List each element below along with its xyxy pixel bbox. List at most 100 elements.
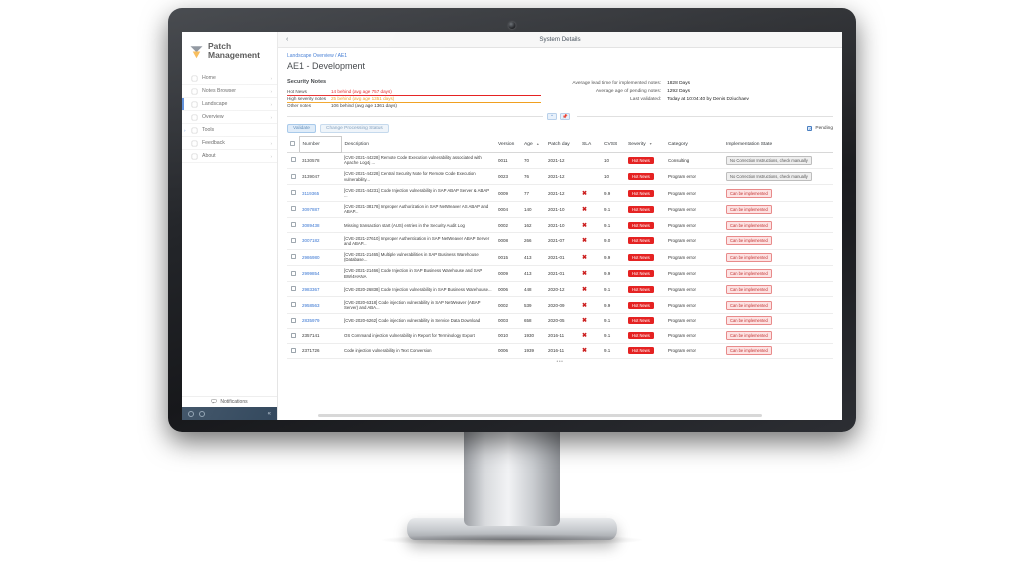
expand-icon[interactable]: ›: [184, 128, 186, 133]
table-row[interactable]: 3089438 Missing transaction start (AUS) e…: [287, 217, 833, 234]
table-row[interactable]: 2371726 Code injection vulnerability in T…: [287, 343, 833, 359]
security-note-row[interactable]: Hot News 14 behind (avg age 757 days): [287, 89, 549, 96]
cell-number[interactable]: 2357141: [299, 328, 341, 344]
cell-number[interactable]: 3139047: [299, 168, 341, 186]
table-row[interactable]: 2983367 [CVE-2020-26838] Code Injection v…: [287, 281, 833, 298]
row-select-cell[interactable]: [287, 201, 299, 219]
breadcrumb[interactable]: Landscape Overview / AE1: [287, 53, 833, 59]
col-description[interactable]: Description: [341, 136, 495, 153]
security-note-row[interactable]: High severity notes 25 behind (avg age 13…: [287, 96, 549, 103]
row-select-cell[interactable]: [287, 281, 299, 298]
note-number-link[interactable]: 3097887: [302, 207, 320, 212]
security-notes-list: Hot News 14 behind (avg age 757 days) High…: [287, 89, 549, 110]
col-age[interactable]: Age ▲: [521, 136, 545, 153]
row-checkbox[interactable]: [290, 347, 296, 353]
row-checkbox[interactable]: [290, 157, 296, 163]
col-implementation-state[interactable]: Implementation State: [723, 136, 833, 153]
sidebar-item-feedback[interactable]: Feedback ›: [182, 137, 277, 150]
table-row[interactable]: 3007182 [CVE-2021-27610] Improper Authent…: [287, 232, 833, 250]
note-number-link[interactable]: 3119365: [302, 191, 319, 196]
cell-number[interactable]: 3097887: [299, 201, 341, 219]
table-row[interactable]: 3139047 [CVE-2021-44228] Central Security…: [287, 168, 833, 186]
sidebar-item-about[interactable]: About ›: [182, 150, 277, 163]
row-checkbox[interactable]: [290, 222, 296, 228]
row-select-cell[interactable]: [287, 232, 299, 250]
col-version[interactable]: Version: [495, 136, 521, 153]
user-icon[interactable]: [188, 410, 194, 417]
note-number-link[interactable]: 2986980: [302, 255, 320, 260]
row-checkbox[interactable]: [290, 270, 296, 276]
sidebar-item-overview[interactable]: Overview ›: [182, 111, 277, 124]
cell-number[interactable]: 2835979: [299, 313, 341, 329]
note-number-link[interactable]: 2958563: [302, 303, 320, 308]
row-checkbox[interactable]: [290, 206, 296, 212]
cell-number[interactable]: 3130578: [299, 152, 341, 169]
table-row[interactable]: 3097887 [CVE-2021-38178] Improper Authori…: [287, 201, 833, 219]
table-row[interactable]: 2357141 OS Command injection vulnerabilit…: [287, 328, 833, 344]
cell-number[interactable]: 2986980: [299, 249, 341, 266]
sidebar-item-landscape[interactable]: Landscape ›: [182, 98, 277, 111]
sla-breached-icon: ✖: [582, 222, 588, 229]
sidebar-item-home[interactable]: Home ›: [182, 72, 277, 85]
col-sla[interactable]: SLA: [579, 136, 601, 153]
table-row[interactable]: 2986980 [CVE-2021-21465] Multiple vulnera…: [287, 249, 833, 266]
row-checkbox[interactable]: [290, 302, 296, 308]
cell-number[interactable]: 3007182: [299, 232, 341, 250]
cell-number[interactable]: 3089438: [299, 217, 341, 234]
note-number-link[interactable]: 2983367: [302, 287, 320, 292]
security-note-row[interactable]: Other notes 106 behind (avg age 1361 days…: [287, 103, 549, 110]
help-icon[interactable]: [199, 410, 205, 417]
row-select-cell[interactable]: [287, 168, 299, 186]
note-number-link[interactable]: 2835979: [302, 318, 320, 323]
row-checkbox[interactable]: [290, 254, 296, 260]
cell-category: Program error: [665, 168, 723, 186]
row-select-cell[interactable]: [287, 217, 299, 234]
note-number-link[interactable]: 3007182: [302, 238, 320, 243]
note-number-link[interactable]: 2999854: [302, 271, 320, 276]
row-checkbox[interactable]: [290, 190, 296, 196]
row-checkbox[interactable]: [290, 317, 296, 323]
row-select-cell[interactable]: [287, 265, 299, 283]
table-row[interactable]: 3119365 [CVE-2021-44231] Code Injection v…: [287, 184, 833, 202]
cell-number[interactable]: 3119365: [299, 184, 341, 202]
row-select-cell[interactable]: [287, 296, 299, 314]
col-severity[interactable]: Severity ▼: [625, 136, 665, 153]
table-row[interactable]: 2999854 [CVE-2021-21466] Code Injection i…: [287, 265, 833, 283]
chevron-right-icon: ›: [270, 101, 272, 107]
table-row[interactable]: 2958563 [CVE-2020-6318] Code injection vu…: [287, 296, 833, 314]
col-patch-day[interactable]: Patch day: [545, 136, 579, 153]
horizontal-scrollbar[interactable]: [318, 414, 762, 417]
collapse-left-icon[interactable]: «: [268, 411, 271, 417]
sidebar-item-tools[interactable]: › Tools: [182, 124, 277, 137]
validate-button[interactable]: Validate: [287, 124, 316, 133]
pending-checkbox[interactable]: [807, 126, 813, 132]
cell-patch-day: 2020-12: [545, 281, 579, 298]
sidebar-item-notes-browser[interactable]: Notes Browser ›: [182, 85, 277, 98]
col-cvss[interactable]: CVSS: [601, 136, 625, 153]
table-row[interactable]: 2835979 [CVE-2020-6262] Code injection vu…: [287, 313, 833, 329]
sidebar-item-notifications[interactable]: Notifications: [182, 396, 277, 407]
col-number[interactable]: Number: [298, 136, 342, 153]
pending-filter[interactable]: Pending: [807, 126, 833, 132]
row-checkbox[interactable]: [290, 286, 296, 292]
select-all-checkbox[interactable]: [290, 140, 296, 146]
row-select-cell[interactable]: [287, 328, 299, 344]
row-select-cell[interactable]: [287, 249, 299, 266]
row-select-cell[interactable]: [287, 184, 299, 202]
row-checkbox[interactable]: [290, 173, 296, 179]
col-category[interactable]: Category: [665, 136, 723, 153]
row-select-cell[interactable]: [287, 313, 299, 329]
table-row[interactable]: 3130578 [CVE-2021-44228] Remote Code Exec…: [287, 152, 833, 169]
cell-number[interactable]: 2371726: [299, 343, 341, 359]
row-select-cell[interactable]: [287, 343, 299, 359]
cell-number[interactable]: 2983367: [299, 281, 341, 298]
pin-toggle-button[interactable]: 📌: [560, 113, 570, 120]
cell-number[interactable]: 2999854: [299, 265, 341, 283]
change-processing-status-button[interactable]: Change Processing Status: [319, 124, 389, 133]
cell-number[interactable]: 2958563: [299, 296, 341, 314]
row-checkbox[interactable]: [290, 332, 296, 338]
collapse-toggle-button[interactable]: ⌃: [547, 113, 557, 120]
row-select-cell[interactable]: [287, 152, 299, 169]
note-number-link[interactable]: 3089438: [302, 223, 320, 228]
row-checkbox[interactable]: [290, 237, 296, 243]
